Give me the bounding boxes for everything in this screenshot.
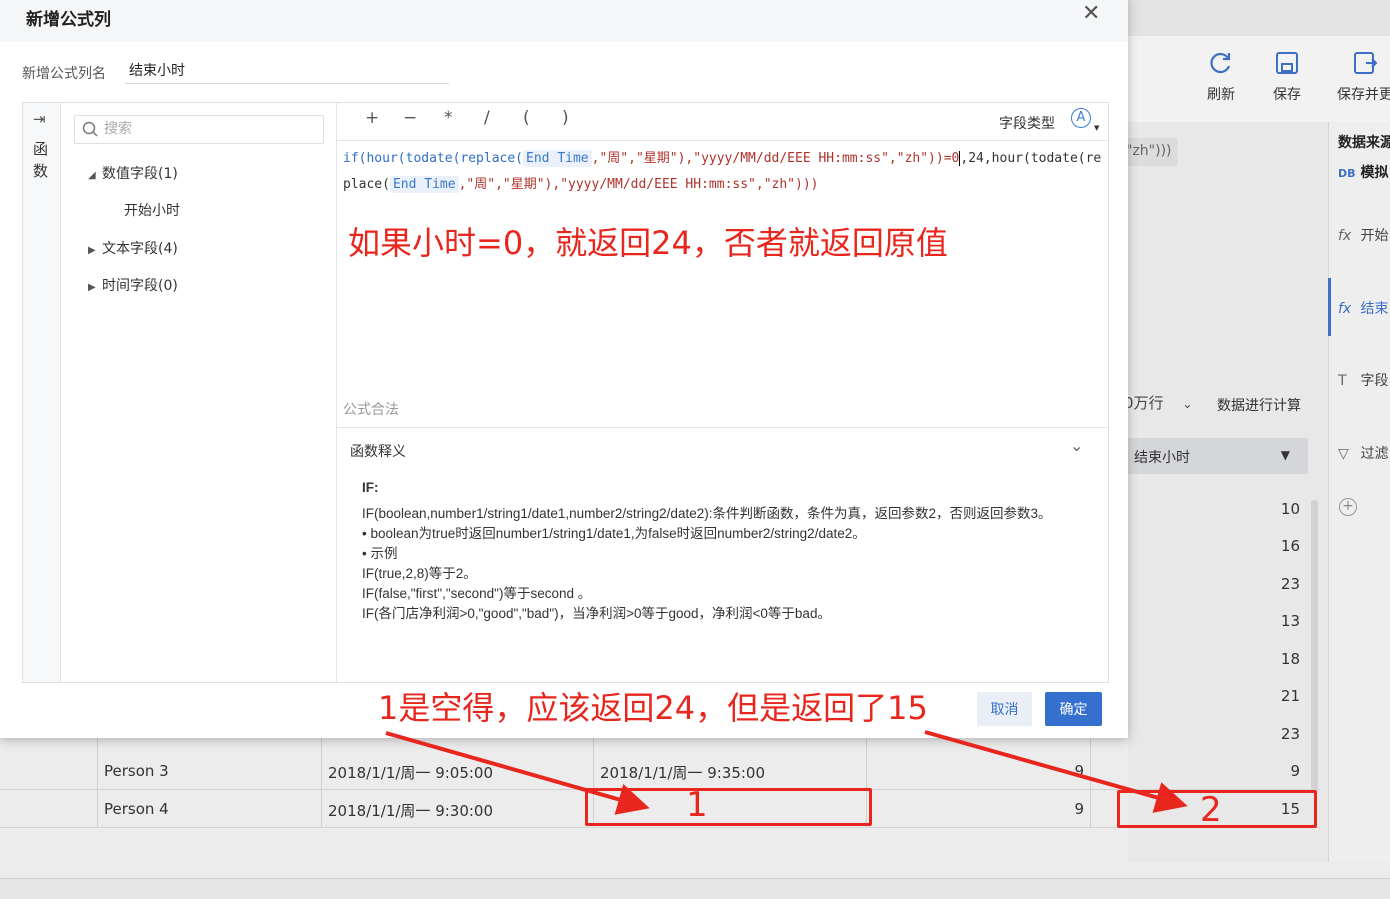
annotation-arrows (385, 730, 1188, 815)
arrow-to-box-1 (385, 731, 650, 815)
arrow-to-box-2 (924, 730, 1188, 813)
